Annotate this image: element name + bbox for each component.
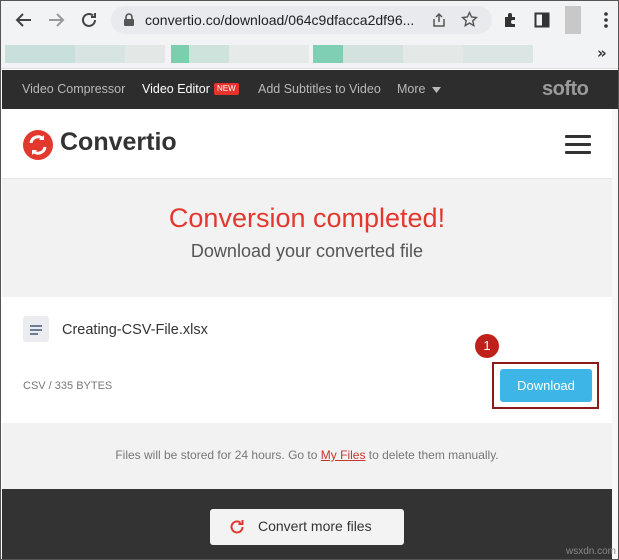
convertio-logo-icon[interactable] <box>23 130 53 160</box>
blurred-bookmark[interactable] <box>313 45 343 63</box>
back-button[interactable] <box>12 8 36 32</box>
arrow-right-icon <box>49 13 65 27</box>
blurred-bookmark[interactable] <box>189 45 229 63</box>
convert-more-label: Convert more files <box>258 518 372 534</box>
notice-text-before: Files will be stored for 24 hours. Go to <box>115 448 321 462</box>
arrow-left-icon <box>15 13 31 27</box>
blurred-bookmark[interactable] <box>463 45 533 63</box>
watermark: wsxdn.com <box>566 546 617 557</box>
convert-more-section: Convert more files <box>2 489 612 559</box>
download-button[interactable]: Download <box>500 369 592 402</box>
storage-notice: Files will be stored for 24 hours. Go to… <box>2 423 612 489</box>
nav-video-compressor[interactable]: Video Compressor <box>22 82 125 96</box>
blurred-bookmark[interactable] <box>171 45 189 63</box>
blurred-bookmark[interactable] <box>5 45 75 63</box>
blurred-bookmark[interactable] <box>343 45 403 63</box>
more-bookmarks-icon[interactable]: » <box>597 44 607 62</box>
file-meta: CSV / 335 BYTES <box>23 380 113 392</box>
file-name: Creating-CSV-File.xlsx <box>62 322 208 338</box>
browser-toolbar: convertio.co/download/064c9dfacca2df96..… <box>1 1 618 39</box>
caret-down-icon <box>432 87 441 93</box>
browser-window: convertio.co/download/064c9dfacca2df96..… <box>0 0 619 560</box>
softo-nav: Video Compressor Video Editor NEW Add Su… <box>2 70 618 109</box>
address-bar[interactable]: convertio.co/download/064c9dfacca2df96..… <box>111 6 492 34</box>
storage-notice-text: Files will be stored for 24 hours. Go to… <box>2 448 612 462</box>
page-title: Conversion completed! <box>168 203 446 233</box>
hamburger-menu-icon[interactable] <box>565 135 591 155</box>
blurred-bookmark[interactable] <box>125 45 165 63</box>
star-icon[interactable] <box>461 11 478 28</box>
url-text[interactable]: convertio.co/download/064c9dfacca2df96..… <box>145 12 414 28</box>
my-files-link[interactable]: My Files <box>321 448 366 462</box>
refresh-icon <box>230 520 244 534</box>
share-icon[interactable] <box>431 12 447 28</box>
document-icon <box>23 316 49 342</box>
reload-icon <box>82 12 96 27</box>
brand-name[interactable]: Convertio <box>60 128 177 157</box>
new-badge: NEW <box>214 83 239 95</box>
sidebar-icon <box>534 12 550 28</box>
softo-logo[interactable]: softo <box>542 78 589 101</box>
convert-more-button[interactable]: Convert more files <box>210 509 404 545</box>
blurred-bookmark[interactable] <box>75 45 125 63</box>
puzzle-icon <box>505 13 515 27</box>
lock-icon <box>124 13 134 26</box>
page-subtitle: Download your converted file <box>190 241 424 261</box>
nav-more[interactable]: More <box>397 82 425 96</box>
forward-button[interactable] <box>44 8 68 32</box>
kebab-menu-icon <box>604 12 608 28</box>
bookmarks-bar: » <box>1 39 618 69</box>
notice-text-after: to delete them manually. <box>365 448 499 462</box>
reload-button[interactable] <box>77 8 101 32</box>
browser-menu-button[interactable] <box>595 9 617 31</box>
blurred-bookmark[interactable] <box>403 45 463 63</box>
conversion-status: Conversion completed! Download your conv… <box>2 179 612 297</box>
file-card: Creating-CSV-File.xlsx CSV / 335 BYTES 1… <box>2 297 612 423</box>
nav-add-subtitles[interactable]: Add Subtitles to Video <box>258 82 381 96</box>
blurred-bookmark[interactable] <box>229 45 309 63</box>
profile-avatar[interactable] <box>565 6 581 34</box>
extensions-button[interactable] <box>500 9 522 31</box>
step-marker: 1 <box>475 334 499 358</box>
nav-video-editor[interactable]: Video Editor <box>142 82 210 96</box>
page-scrollbar[interactable] <box>612 109 618 559</box>
side-panel-button[interactable] <box>531 9 553 31</box>
site-header: Convertio <box>2 109 612 179</box>
